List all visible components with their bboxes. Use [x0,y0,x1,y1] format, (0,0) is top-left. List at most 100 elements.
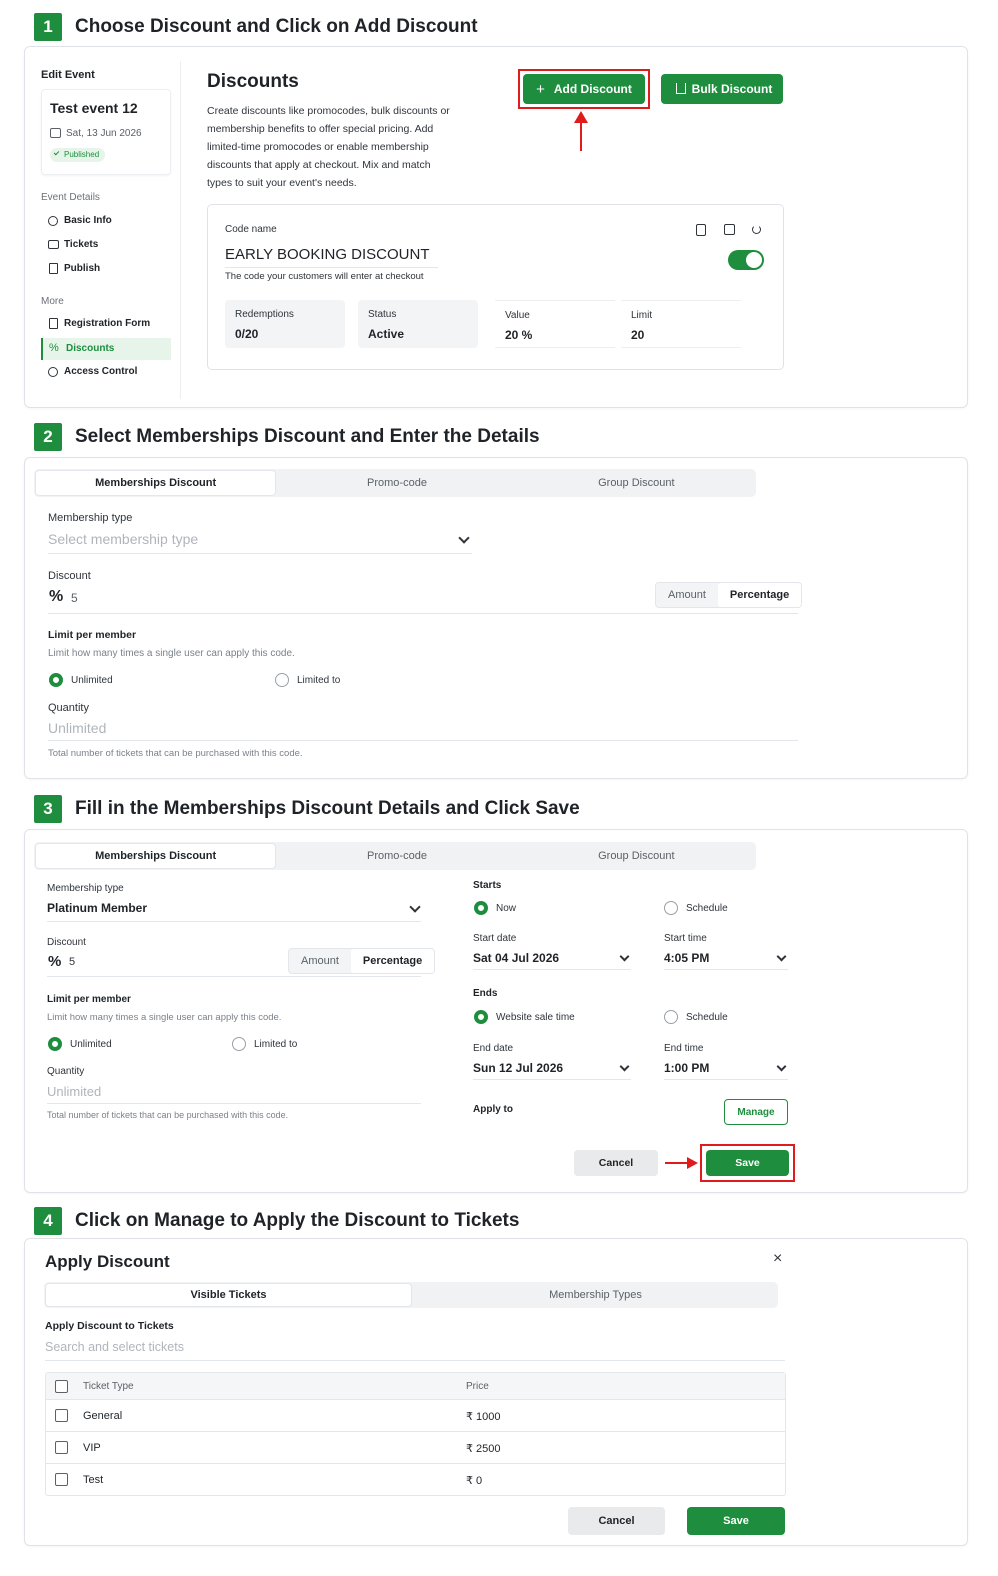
quantity-input[interactable]: Unlimited [47,1084,101,1099]
row-checkbox[interactable] [55,1441,68,1454]
arrow-shaft [580,121,582,151]
amount-option[interactable]: Amount [289,949,351,973]
discount-input[interactable]: 5 [71,591,78,605]
membership-value: Platinum Member [47,901,148,915]
cancel-button[interactable]: Cancel [574,1150,658,1176]
sidebar-item-label: Registration Form [64,318,151,329]
step-title: Select Memberships Discount and Enter th… [75,426,540,447]
membership-type-select[interactable]: Platinum Member [47,901,421,921]
chevron-down-icon [776,951,787,962]
info-icon [48,216,58,226]
percentage-option[interactable]: Percentage [717,583,802,607]
cancel-button[interactable]: Cancel [568,1507,665,1535]
step-2-card: Memberships Discount Promo-code Group Di… [24,457,968,779]
chevron-down-icon [458,532,470,544]
calendar-icon [50,128,61,138]
row-checkbox[interactable] [55,1473,68,1486]
plus-icon: + [536,80,545,98]
sidebar-item-discounts[interactable]: % Discounts [41,338,171,360]
tab-promo-code[interactable]: Promo-code [277,842,516,870]
discount-input[interactable]: 5 [69,956,75,968]
active-toggle[interactable] [728,250,764,270]
percentage-option[interactable]: Percentage [350,949,435,973]
ends-website-sale-radio[interactable] [474,1010,488,1024]
amount-option[interactable]: Amount [656,583,718,607]
end-time-select[interactable]: 1:00 PM [664,1061,788,1079]
tab-group-discount[interactable]: Group Discount [517,469,756,497]
sidebar-item-basic-info[interactable]: Basic Info [41,211,171,231]
stat-label: Status [368,309,397,320]
select-all-checkbox[interactable] [55,1380,68,1393]
ticket-name: VIP [83,1442,101,1454]
document-icon [49,263,58,274]
code-hint: The code your customers will enter at ch… [225,271,424,282]
section-more: More [41,296,64,307]
discount-mode-toggle: Amount Percentage [288,948,436,974]
stat-label: Limit [631,310,653,321]
step-number: 2 [34,423,62,451]
percent-icon: % [49,342,59,354]
discount-type-tabs: Memberships Discount Promo-code Group Di… [34,842,756,870]
quantity-input[interactable]: Unlimited [48,720,106,736]
tab-promo-code[interactable]: Promo-code [277,469,516,497]
chevron-down-icon [619,951,630,962]
quantity-hint: Total number of tickets that can be purc… [47,1110,289,1120]
add-discount-button[interactable]: + Add Discount [523,74,645,104]
tab-memberships-discount[interactable]: Memberships Discount [35,843,277,869]
ticket-icon [48,240,59,249]
ends-schedule-label: Schedule [686,1012,728,1023]
limited-to-radio[interactable] [232,1037,246,1051]
ticket-search-input[interactable]: Search and select tickets [45,1340,184,1354]
limited-to-radio[interactable] [275,673,289,687]
bulk-discount-button[interactable]: Bulk Discount [661,74,783,104]
start-date-select[interactable]: Sat 04 Jul 2026 [473,951,631,969]
step-4-header: 4 Click on Manage to Apply the Discount … [34,1206,519,1236]
code-underline [225,267,438,268]
page-title: Discounts [207,71,299,92]
event-name: Test event 12 [50,100,138,116]
save-button[interactable]: Save [687,1507,785,1535]
ticket-price: ₹ 0 [466,1475,483,1487]
sidebar-item-label: Tickets [64,239,99,250]
discount-type-tabs: Memberships Discount Promo-code Group Di… [34,469,756,497]
status-badge: Published [50,148,106,162]
limited-to-label: Limited to [297,675,341,686]
manage-button[interactable]: Manage [724,1099,788,1125]
edit-icon[interactable] [724,224,735,235]
apply-tabs: Visible Tickets Membership Types [44,1282,778,1308]
end-date-select[interactable]: Sun 12 Jul 2026 [473,1061,631,1079]
edit-event-label: Edit Event [41,69,95,81]
limit-per-member-label: Limit per member [48,629,137,641]
start-date-value: Sat 04 Jul 2026 [473,951,560,965]
row-checkbox[interactable] [55,1409,68,1422]
close-icon[interactable]: × [773,1250,782,1268]
unlimited-radio[interactable] [49,673,63,687]
membership-type-select[interactable]: Select membership type [48,531,472,553]
sidebar-item-registration-form[interactable]: Registration Form [41,314,171,334]
field-underline [47,921,421,922]
start-time-select[interactable]: 4:05 PM [664,951,788,969]
step-3-header: 3 Fill in the Memberships Discount Detai… [34,794,580,824]
sidebar-item-access-control[interactable]: Access Control [41,362,171,382]
sidebar-item-publish[interactable]: Publish [41,259,171,279]
tab-visible-tickets[interactable]: Visible Tickets [45,1283,412,1307]
ends-schedule-radio[interactable] [664,1010,678,1024]
chevron-down-icon [409,901,421,913]
section-event-details: Event Details [41,192,100,203]
starts-schedule-radio[interactable] [664,901,678,915]
membership-type-label: Membership type [47,883,124,894]
table-row: Test ₹ 0 [46,1463,786,1495]
starts-now-radio[interactable] [474,901,488,915]
refresh-icon[interactable] [752,225,761,234]
unlimited-radio[interactable] [48,1037,62,1051]
step-4-card: Apply Discount × Visible Tickets Members… [24,1238,968,1546]
end-time-label: End time [664,1043,704,1054]
copy-icon[interactable] [696,224,706,236]
dialog-title: Apply Discount [45,1252,170,1271]
save-button[interactable]: Save [706,1150,789,1176]
tab-memberships-discount[interactable]: Memberships Discount [35,470,277,496]
sidebar-item-tickets[interactable]: Tickets [41,235,171,255]
arrow-shaft [665,1162,689,1164]
tab-membership-types[interactable]: Membership Types [413,1282,778,1308]
tab-group-discount[interactable]: Group Discount [517,842,756,870]
